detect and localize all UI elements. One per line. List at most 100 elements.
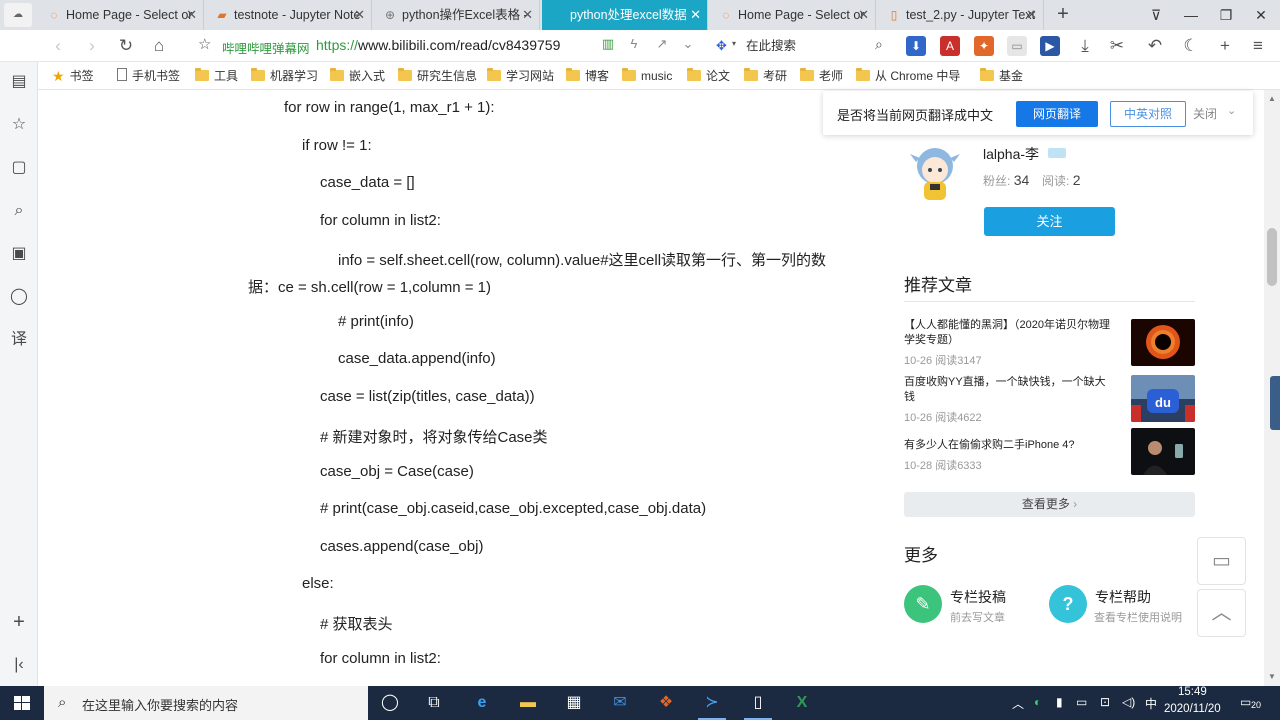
bookmark-music[interactable]: music [622,62,672,90]
close-translate-button[interactable]: 关闭 [1193,105,1217,122]
powershell-icon[interactable]: ≻ [692,686,732,720]
search-box[interactable]: ✥ ▾ ⌕ [712,33,896,59]
pycharm-icon[interactable]: ❖ [646,686,686,720]
close-icon[interactable]: ✕ [690,0,701,30]
bookmark-study-sites[interactable]: 学习网站 [487,62,554,90]
add-icon[interactable]: + [7,610,31,634]
start-button[interactable] [0,686,44,720]
close-icon[interactable]: ✕ [858,0,869,30]
undo-icon[interactable]: ↶ [1143,34,1167,58]
bookmark-mobile[interactable]: 手机书签 [117,62,180,90]
scroll-down-icon[interactable]: ▼ [1264,670,1280,684]
file-explorer-icon[interactable]: ▬ [508,686,548,720]
microphone-icon[interactable]: ▮ [1056,695,1063,709]
submit-article-icon[interactable]: ✎ [904,585,942,623]
article-thumbnail-black-hole[interactable] [1131,319,1195,366]
tab-python-process-excel[interactable]: python处理excel数据 ✕ [542,0,708,30]
bookmark-blog[interactable]: 博客 [566,62,609,90]
clock-date[interactable]: 2020/11/20 [1164,703,1221,715]
author-name[interactable]: lalpha-李 [983,144,1039,164]
download-icon[interactable]: ⤓ [1073,34,1097,58]
scrollbar-thumb[interactable] [1267,228,1277,286]
video-extension-icon[interactable]: ▶ [1040,36,1060,56]
chat-icon[interactable]: ◯ [7,285,31,309]
tray-chevron-up-icon[interactable]: ︿ [1012,695,1024,712]
taskbar-search-box[interactable]: ⌕ 在这里输入你要搜索的内容 [44,686,368,720]
back-icon[interactable]: ‹ [46,34,70,58]
bookmark-bookmarks[interactable]: ★ 书签 [52,62,94,90]
translate-page-button[interactable]: 网页翻译 [1016,101,1098,127]
minimize-button[interactable]: — [1174,0,1208,30]
scroll-up-icon[interactable]: ▲ [1264,92,1280,106]
close-icon[interactable]: ✕ [354,0,365,30]
bookmark-from-chrome[interactable]: 从 Chrome 中导 [856,62,960,90]
security-icon[interactable]: ◐ [1034,695,1041,709]
recommended-article-title[interactable]: 有多少人在偷偷求购二手iPhone 4? [904,438,1114,453]
bookmark-funds[interactable]: 基金 [980,62,1023,90]
close-icon[interactable]: ✕ [1026,0,1037,30]
tab-home-page-1[interactable]: ◌ Home Page - Select or ✕ [38,0,204,30]
baidu-paw-icon[interactable]: ✥ [716,38,732,54]
mail-icon[interactable]: ✉ [600,686,640,720]
follow-button[interactable]: 关注 [984,207,1115,236]
article-thumbnail-iphone[interactable] [1131,428,1195,475]
comment-icon[interactable]: ▭ [1197,537,1246,585]
caret-down-icon[interactable]: ▾ [732,39,736,48]
edge-icon[interactable]: e [462,686,502,720]
bookmark-embedded[interactable]: 嵌入式 [330,62,385,90]
back-to-top-icon[interactable]: ︿ [1197,589,1246,637]
add-icon[interactable]: + [1213,34,1237,58]
search-input[interactable] [746,35,866,57]
tab-test-2-py[interactable]: ▯ test_2.py - Jupyter Text ✕ [878,0,1044,30]
close-window-button[interactable]: ✕ [1244,0,1278,30]
close-icon[interactable]: ✕ [522,0,533,30]
night-mode-icon[interactable]: ☾ [1179,34,1203,58]
favorites-star-icon[interactable]: ☆ [7,113,31,137]
close-icon[interactable]: ✕ [186,0,197,30]
cortana-icon[interactable]: ◯ [370,686,410,720]
ime-indicator[interactable]: 中 [1145,695,1157,712]
notification-icon[interactable]: ▭ [1240,695,1251,709]
extension-icon[interactable]: ▭ [1007,36,1027,56]
notepad-icon[interactable]: ▯ [738,686,778,720]
url-field[interactable]: ☆ 哔哩哔哩弹幕网 https://www.bilibili.com/read/… [192,33,706,59]
refresh-icon[interactable]: ↻ [114,34,138,58]
download-manager-icon[interactable]: ⬇ [906,36,926,56]
share-icon[interactable]: ↗ [652,36,672,52]
bookmark-star-icon[interactable]: ☆ [198,35,211,53]
menu-icon[interactable]: ≡ [1246,34,1270,58]
bookmark-kaoyan[interactable]: 考研 [744,62,787,90]
reader-mode-icon[interactable]: ▥ [598,36,618,52]
recommended-article-title[interactable]: 百度收购YY直播，一个缺快钱，一个缺大钱 [904,375,1114,405]
lightning-icon[interactable]: ϟ [624,36,644,51]
chevron-down-icon[interactable]: ⌄ [678,36,698,52]
translate-icon[interactable]: 译 [7,328,31,352]
tab-python-excel[interactable]: ⊕ python操作Excel表格 - ✕ [374,0,540,30]
game-icon[interactable]: ✦ [974,36,994,56]
side-panel-handle[interactable] [1270,376,1280,430]
help-icon[interactable]: ? [1049,585,1087,623]
url-text[interactable]: https://www.bilibili.com/read/cv8439759 [316,37,560,53]
tab-manager-icon[interactable]: ⊽ [1139,0,1173,30]
tab-testnote[interactable]: ▰ testnote - Jupyter Note ✕ [206,0,372,30]
reading-book-icon[interactable]: ▢ [7,156,31,180]
bookmark-tools[interactable]: 工具 [195,62,238,90]
volume-icon[interactable]: ◁) [1122,695,1135,709]
new-tab-button[interactable]: + [1052,2,1074,28]
bookmark-papers[interactable]: 论文 [687,62,730,90]
news-icon[interactable]: ▤ [7,70,31,94]
recommended-article-title[interactable]: 【人人都能懂的黑洞】（2020年诺贝尔物理学奖专题） [904,318,1114,348]
chevron-down-icon[interactable]: ⌄ [1227,104,1236,117]
network-icon[interactable]: ⊡ [1100,695,1110,709]
store-icon[interactable]: ▦ [554,686,594,720]
task-view-icon[interactable]: ⧉ [414,686,454,720]
bilingual-button[interactable]: 中英对照 [1110,101,1186,127]
submit-article-link[interactable]: 专栏投稿 [950,587,1006,607]
restore-button[interactable]: ❐ [1209,0,1243,30]
toolbox-icon[interactable]: ▣ [7,242,31,266]
search-icon[interactable]: ⌕ [875,36,883,53]
author-avatar[interactable] [906,142,964,204]
battery-icon[interactable]: ▭ [1076,695,1087,709]
scissors-icon[interactable]: ✂ [1105,34,1129,58]
browser-logo-icon[interactable]: ☁ [4,3,32,27]
